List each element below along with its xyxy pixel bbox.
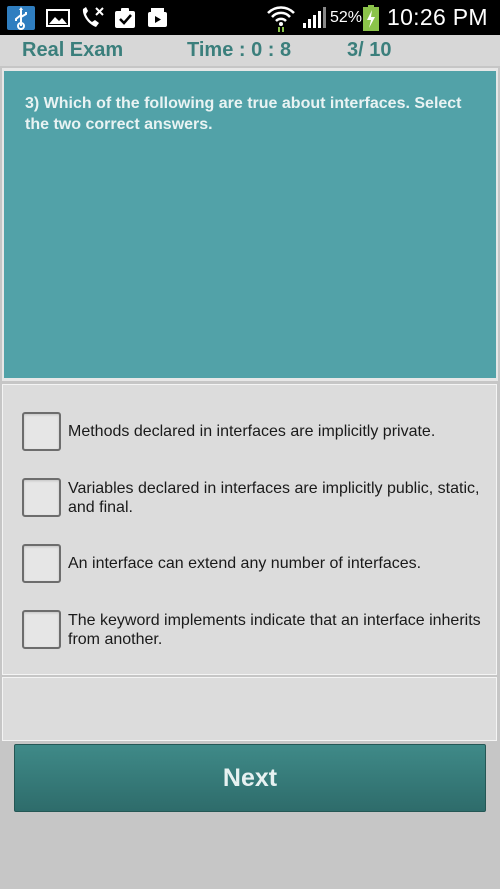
answer-option-3[interactable]: An interface can extend any number of in…	[22, 544, 492, 583]
usb-icon	[7, 6, 35, 30]
answer-option-4[interactable]: The keyword implements indicate that an …	[22, 610, 492, 649]
answer-text: Variables declared in interfaces are imp…	[68, 479, 480, 516]
answer-checkbox[interactable]	[22, 610, 61, 649]
signal-icon	[300, 0, 328, 35]
feedback-panel	[2, 677, 497, 741]
wifi-icon	[266, 0, 296, 35]
missed-call-icon	[78, 0, 106, 35]
exam-mode-label: Real Exam	[22, 39, 124, 61]
battery-charging-icon	[361, 0, 381, 35]
answer-option-1[interactable]: Methods declared in interfaces are impli…	[22, 412, 492, 451]
status-bar: 52% 10:26 PM	[0, 0, 500, 35]
video-share-icon	[144, 0, 172, 35]
battery-percent: 52%	[330, 9, 363, 26]
clock: 10:26 PM	[387, 4, 488, 30]
answer-text: An interface can extend any number of in…	[68, 555, 422, 572]
answer-checkbox[interactable]	[22, 544, 61, 583]
answers-panel: Methods declared in interfaces are impli…	[2, 384, 497, 675]
answer-text: The keyword implements indicate that an …	[68, 611, 481, 648]
answer-checkbox[interactable]	[22, 412, 61, 451]
question-panel: 3) Which of the following are true about…	[4, 71, 496, 378]
question-progress: 3/ 10	[347, 39, 392, 61]
clipboard-check-icon	[111, 0, 139, 35]
question-text: 3) Which of the following are true about…	[25, 95, 462, 133]
next-button[interactable]: Next	[14, 744, 486, 812]
answer-checkbox[interactable]	[22, 478, 61, 517]
gallery-icon	[44, 0, 72, 35]
exam-header: Real Exam Time : 0 : 8 3/ 10	[0, 35, 500, 66]
answer-text: Methods declared in interfaces are impli…	[68, 423, 436, 440]
answer-option-2[interactable]: Variables declared in interfaces are imp…	[22, 478, 492, 517]
timer-label: Time : 0 : 8	[187, 39, 292, 61]
